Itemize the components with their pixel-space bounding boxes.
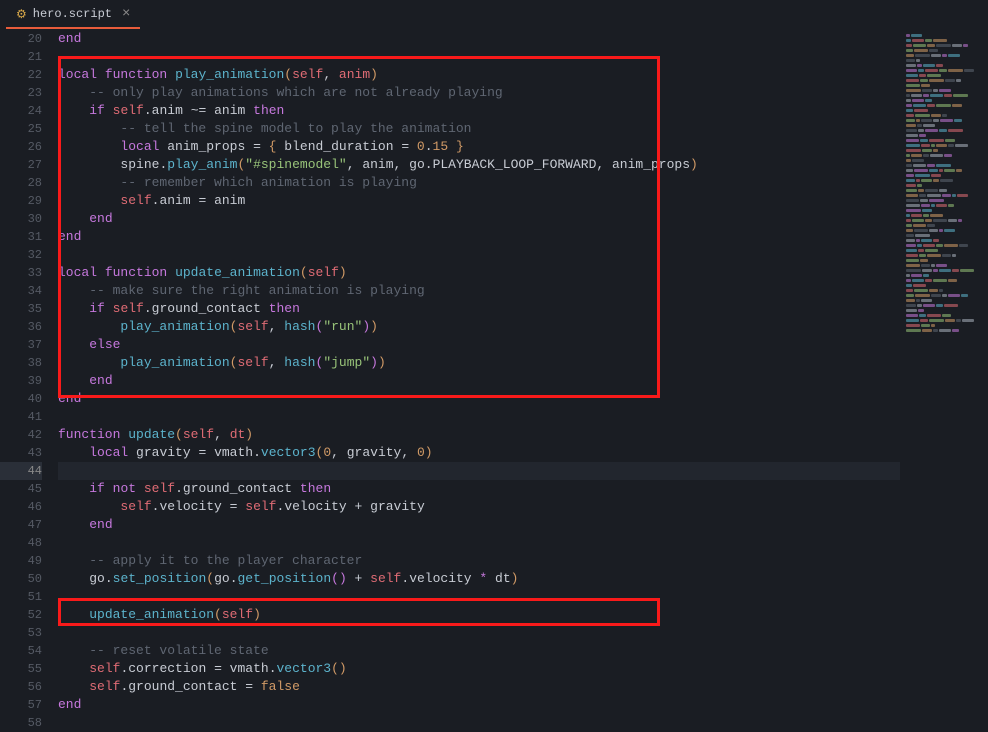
line-number: 36 bbox=[0, 318, 42, 336]
code-line[interactable]: -- only play animations which are not al… bbox=[58, 84, 900, 102]
code-line[interactable]: -- make sure the right animation is play… bbox=[58, 282, 900, 300]
line-number: 50 bbox=[0, 570, 42, 588]
close-icon[interactable]: × bbox=[122, 6, 130, 22]
line-number: 31 bbox=[0, 228, 42, 246]
file-tab[interactable]: ⚙ hero.script × bbox=[6, 1, 140, 29]
code-area[interactable]: end local function play_animation(self, a… bbox=[52, 30, 900, 726]
code-line[interactable]: -- apply it to the player character bbox=[58, 552, 900, 570]
code-line[interactable]: -- tell the spine model to play the anim… bbox=[58, 120, 900, 138]
code-line[interactable]: update_animation(self) bbox=[58, 606, 900, 624]
code-line[interactable] bbox=[58, 48, 900, 66]
code-line[interactable]: if not self.ground_contact then bbox=[58, 480, 900, 498]
code-line[interactable] bbox=[58, 534, 900, 552]
line-number: 27 bbox=[0, 156, 42, 174]
line-number: 37 bbox=[0, 336, 42, 354]
line-number: 20 bbox=[0, 30, 42, 48]
code-line[interactable]: if self.ground_contact then bbox=[58, 300, 900, 318]
line-number: 48 bbox=[0, 534, 42, 552]
tab-filename: hero.script bbox=[33, 7, 112, 21]
line-number: 22 bbox=[0, 66, 42, 84]
code-line[interactable]: end bbox=[58, 30, 900, 48]
code-line[interactable]: spine.play_anim("#spinemodel", anim, go.… bbox=[58, 156, 900, 174]
line-number: 46 bbox=[0, 498, 42, 516]
line-number: 55 bbox=[0, 660, 42, 678]
code-line[interactable]: self.correction = vmath.vector3() bbox=[58, 660, 900, 678]
code-line[interactable]: self.ground_contact = false bbox=[58, 678, 900, 696]
line-number: 33 bbox=[0, 264, 42, 282]
code-line[interactable]: -- reset volatile state bbox=[58, 642, 900, 660]
line-number: 40 bbox=[0, 390, 42, 408]
line-number: 21 bbox=[0, 48, 42, 66]
line-number: 38 bbox=[0, 354, 42, 372]
minimap[interactable] bbox=[900, 30, 988, 726]
code-line[interactable]: else bbox=[58, 336, 900, 354]
line-number: 44 bbox=[0, 462, 42, 480]
line-number: 53 bbox=[0, 624, 42, 642]
line-number: 56 bbox=[0, 678, 42, 696]
code-line[interactable]: go.set_position(go.get_position() + self… bbox=[58, 570, 900, 588]
line-number: 57 bbox=[0, 696, 42, 714]
code-line[interactable]: if self.anim ~= anim then bbox=[58, 102, 900, 120]
code-line[interactable]: end bbox=[58, 390, 900, 408]
line-number: 54 bbox=[0, 642, 42, 660]
line-number: 52 bbox=[0, 606, 42, 624]
line-number-gutter: 2021222324252627282930313233343536373839… bbox=[0, 30, 52, 726]
line-number: 51 bbox=[0, 588, 42, 606]
code-line[interactable] bbox=[58, 246, 900, 264]
code-line[interactable]: end bbox=[58, 516, 900, 534]
line-number: 47 bbox=[0, 516, 42, 534]
editor-wrap: 2021222324252627282930313233343536373839… bbox=[0, 30, 988, 726]
line-number: 39 bbox=[0, 372, 42, 390]
code-line[interactable]: end bbox=[58, 372, 900, 390]
tab-bar: ⚙ hero.script × bbox=[0, 0, 988, 30]
line-number: 58 bbox=[0, 714, 42, 732]
line-number: 41 bbox=[0, 408, 42, 426]
line-number: 43 bbox=[0, 444, 42, 462]
line-number: 25 bbox=[0, 120, 42, 138]
line-number: 28 bbox=[0, 174, 42, 192]
line-number: 30 bbox=[0, 210, 42, 228]
code-editor[interactable]: 2021222324252627282930313233343536373839… bbox=[0, 30, 900, 726]
code-line[interactable]: local function play_animation(self, anim… bbox=[58, 66, 900, 84]
code-line[interactable] bbox=[58, 462, 900, 480]
code-line[interactable]: end bbox=[58, 696, 900, 714]
code-line[interactable]: self.anim = anim bbox=[58, 192, 900, 210]
line-number: 23 bbox=[0, 84, 42, 102]
code-line[interactable]: local gravity = vmath.vector3(0, gravity… bbox=[58, 444, 900, 462]
gear-icon: ⚙ bbox=[16, 7, 27, 22]
line-number: 45 bbox=[0, 480, 42, 498]
code-line[interactable] bbox=[58, 624, 900, 642]
code-line[interactable]: self.velocity = self.velocity + gravity bbox=[58, 498, 900, 516]
code-line[interactable]: play_animation(self, hash("run")) bbox=[58, 318, 900, 336]
code-line[interactable]: end bbox=[58, 210, 900, 228]
line-number: 42 bbox=[0, 426, 42, 444]
code-line[interactable]: end bbox=[58, 228, 900, 246]
line-number: 49 bbox=[0, 552, 42, 570]
code-line[interactable] bbox=[58, 714, 900, 732]
code-line[interactable] bbox=[58, 408, 900, 426]
code-line[interactable]: play_animation(self, hash("jump")) bbox=[58, 354, 900, 372]
line-number: 29 bbox=[0, 192, 42, 210]
line-number: 24 bbox=[0, 102, 42, 120]
code-line[interactable]: -- remember which animation is playing bbox=[58, 174, 900, 192]
code-line[interactable] bbox=[58, 588, 900, 606]
line-number: 35 bbox=[0, 300, 42, 318]
code-line[interactable]: function update(self, dt) bbox=[58, 426, 900, 444]
line-number: 34 bbox=[0, 282, 42, 300]
line-number: 32 bbox=[0, 246, 42, 264]
code-line[interactable]: local anim_props = { blend_duration = 0.… bbox=[58, 138, 900, 156]
code-line[interactable]: local function update_animation(self) bbox=[58, 264, 900, 282]
line-number: 26 bbox=[0, 138, 42, 156]
